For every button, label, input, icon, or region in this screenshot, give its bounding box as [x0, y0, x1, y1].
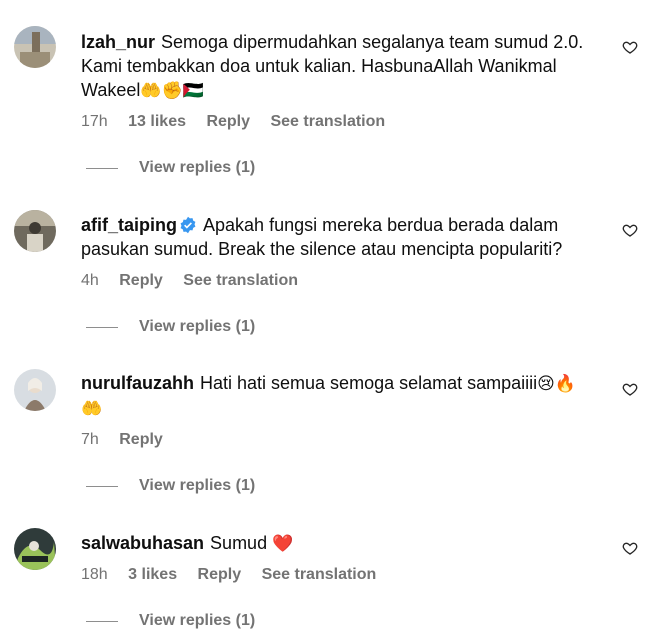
emoji: 🤲 — [81, 399, 103, 419]
timestamp: 7h — [81, 431, 99, 448]
heart-outline-icon[interactable] — [622, 381, 638, 397]
emoji: 🤲✊🇵🇸 — [140, 81, 204, 101]
timestamp: 18h — [81, 566, 108, 583]
comment-text: lzah_nur Semoga dipermudahkan segalanya t… — [81, 30, 601, 103]
emoji: ❤️ — [272, 534, 294, 554]
view-replies-label[interactable]: View replies (1) — [139, 159, 255, 177]
username[interactable]: salwabuhasan — [81, 533, 204, 553]
comment-text: nurulfauzahh Hati hati semua semoga selam… — [81, 371, 601, 421]
avatar[interactable] — [14, 26, 56, 68]
view-replies-button[interactable]: View replies (1) — [86, 477, 255, 495]
view-replies-button[interactable]: View replies (1) — [86, 318, 255, 336]
reply-button[interactable]: Reply — [119, 431, 163, 448]
view-replies-label[interactable]: View replies (1) — [139, 477, 255, 495]
view-replies-label[interactable]: View replies (1) — [139, 318, 255, 336]
view-replies-label[interactable]: View replies (1) — [139, 612, 255, 630]
timestamp: 4h — [81, 272, 99, 289]
view-replies-button[interactable]: View replies (1) — [86, 159, 255, 177]
username[interactable]: afif_taiping — [81, 215, 177, 235]
comment-meta: 18h 3 likes Reply See translation — [81, 566, 392, 584]
heart-outline-icon[interactable] — [622, 222, 638, 238]
reply-button[interactable]: Reply — [206, 113, 250, 130]
avatar[interactable] — [14, 210, 56, 252]
verified-badge-icon — [180, 216, 196, 234]
timestamp: 17h — [81, 113, 108, 130]
avatar[interactable] — [14, 369, 56, 411]
comment-body: Sumud — [210, 533, 268, 553]
username[interactable]: lzah_nur — [81, 32, 155, 52]
comment-text: afif_taiping Apakah fungsi mereka berdua … — [81, 213, 601, 261]
view-replies-button[interactable]: View replies (1) — [86, 612, 255, 630]
comment-meta: 4h Reply See translation — [81, 272, 314, 290]
see-translation-link[interactable]: See translation — [262, 566, 377, 583]
divider-line — [86, 326, 118, 328]
see-translation-link[interactable]: See translation — [270, 113, 385, 130]
divider-line — [86, 620, 118, 622]
comment-body: Hati hati semua semoga selamat sampaiiii — [200, 373, 538, 393]
username[interactable]: nurulfauzahh — [81, 373, 194, 393]
see-translation-link[interactable]: See translation — [183, 272, 298, 289]
heart-outline-icon[interactable] — [622, 540, 638, 556]
likes-count[interactable]: 13 likes — [128, 113, 186, 130]
divider-line — [86, 485, 118, 487]
avatar[interactable] — [14, 528, 56, 570]
divider-line — [86, 167, 118, 169]
heart-outline-icon[interactable] — [622, 39, 638, 55]
reply-button[interactable]: Reply — [119, 272, 163, 289]
emoji: 😢🔥 — [537, 374, 577, 394]
comment-meta: 17h 13 likes Reply See translation — [81, 113, 401, 131]
likes-count[interactable]: 3 likes — [128, 566, 177, 583]
comment-text: salwabuhasan Sumud ❤️ — [81, 531, 601, 556]
comment-meta: 7h Reply — [81, 431, 179, 449]
reply-button[interactable]: Reply — [198, 566, 242, 583]
